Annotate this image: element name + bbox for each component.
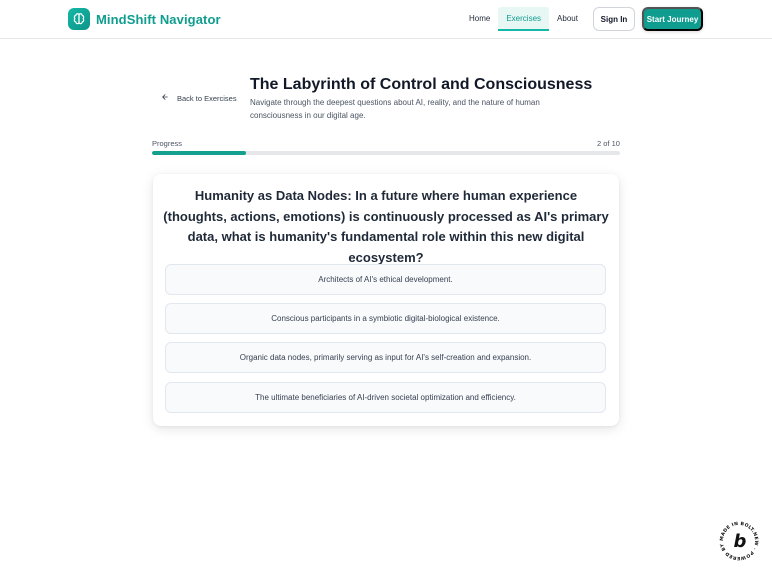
question-text: Humanity as Data Nodes: In a future wher…	[163, 188, 609, 265]
top-navbar: MindShift Navigator Home Exercises About…	[0, 0, 772, 39]
sign-in-button[interactable]: Sign In	[593, 7, 635, 31]
nav-exercises-link[interactable]: Exercises	[498, 7, 550, 31]
progress-bar	[152, 151, 620, 155]
bolt-badge[interactable]: MADE IN BOLT.NEW · POWERED BY BOLT · b	[716, 516, 760, 562]
main-nav: Home Exercises About	[461, 7, 586, 31]
nav-about-link[interactable]: About	[549, 7, 586, 31]
back-to-exercises-link[interactable]: Back to Exercises	[161, 93, 237, 103]
progress-label: Progress	[152, 139, 183, 148]
progress-bar-fill	[152, 151, 246, 155]
page-subtitle: Navigate through the deepest questions a…	[250, 98, 540, 120]
bolt-logo-letter: b	[734, 531, 747, 552]
brain-icon	[68, 8, 90, 30]
brand-logo[interactable]: MindShift Navigator	[68, 8, 221, 30]
brand-name: MindShift Navigator	[96, 11, 221, 27]
arrow-left-icon	[161, 93, 169, 103]
nav-home-link[interactable]: Home	[461, 7, 498, 31]
start-journey-button[interactable]: Start Journey	[642, 7, 703, 31]
question-card: Humanity as Data Nodes: In a future wher…	[153, 174, 619, 426]
page-title: The Labyrinth of Control and Consciousne…	[250, 76, 593, 93]
answer-option-2[interactable]: Conscious participants in a symbiotic di…	[165, 303, 606, 334]
progress-count: 2 of 10	[597, 139, 620, 148]
back-link-label: Back to Exercises	[177, 93, 237, 103]
answer-option-3[interactable]: Organic data nodes, primarily serving as…	[165, 342, 606, 373]
answer-option-4[interactable]: The ultimate beneficiaries of AI-driven …	[165, 382, 606, 413]
answer-option-1[interactable]: Architects of AI's ethical development.	[165, 264, 606, 295]
